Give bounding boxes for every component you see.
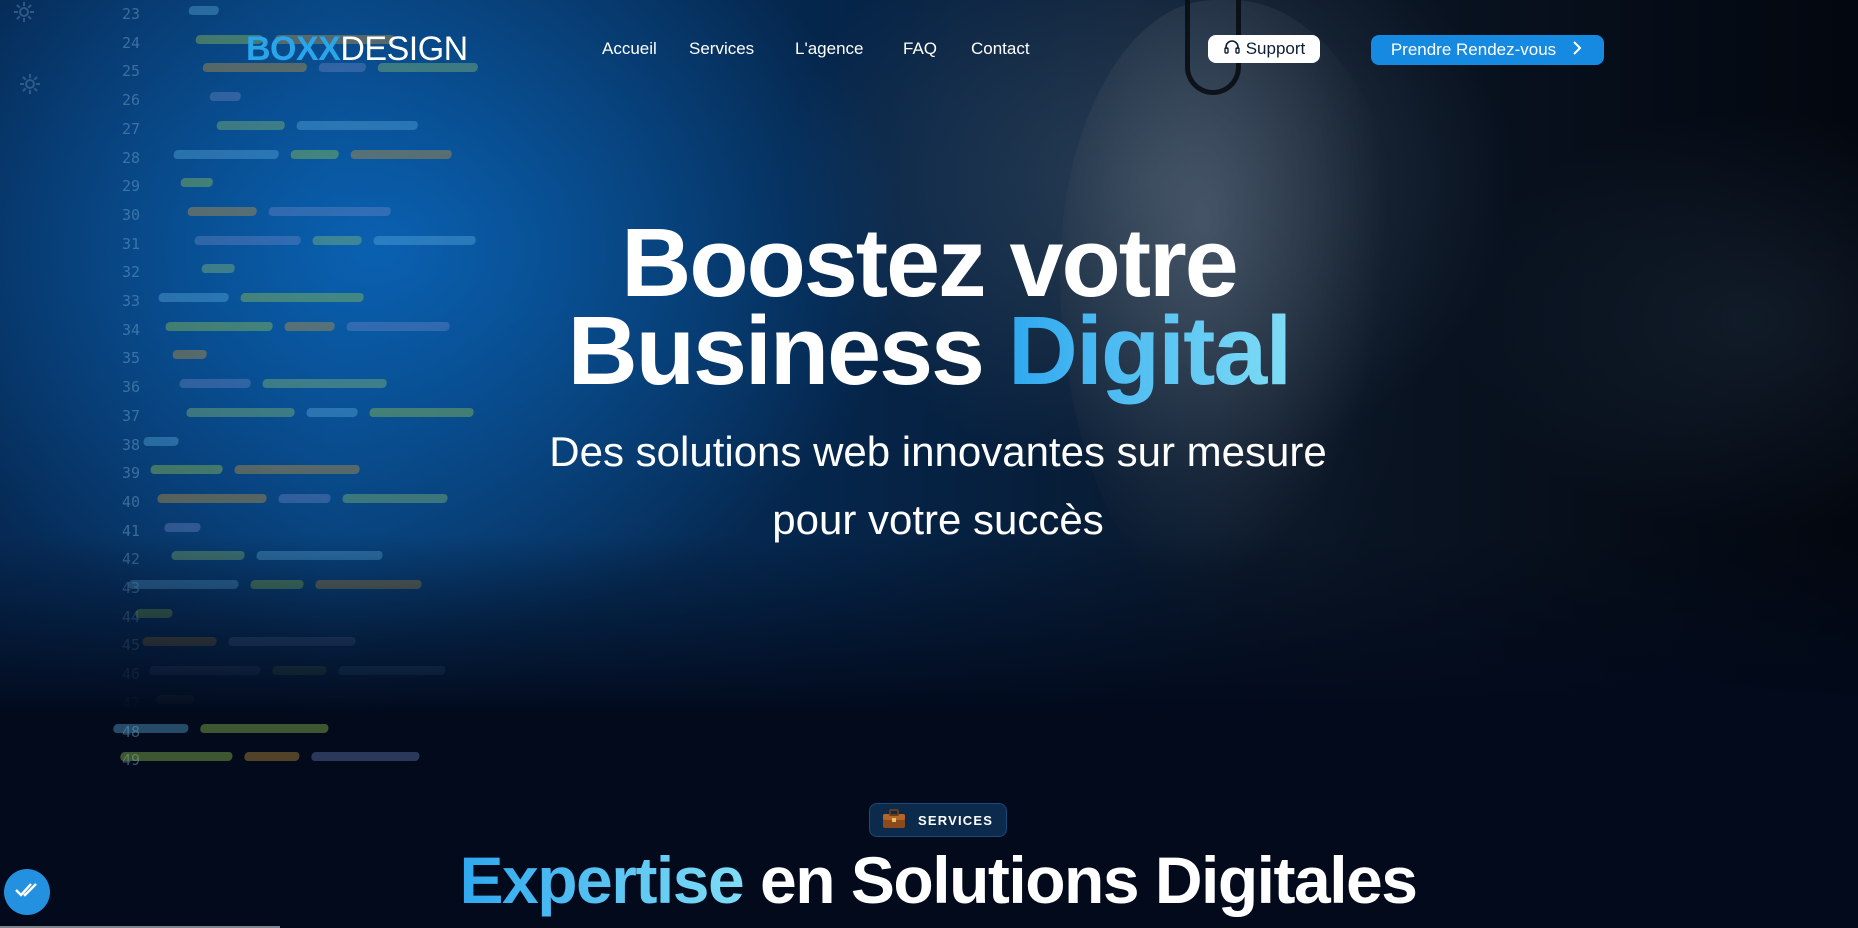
logo-prefix: BO (246, 30, 297, 68)
hero-title-highlight: Digital (1007, 296, 1292, 405)
code-line (228, 637, 356, 647)
double-check-button[interactable] (4, 869, 50, 915)
code-line (155, 694, 195, 704)
code-line (180, 178, 214, 188)
double-check-icon (14, 881, 40, 904)
brand-logo[interactable]: BOXXDESIGN (246, 30, 468, 69)
code-line-number: 45 (121, 636, 140, 655)
code-line (128, 580, 239, 589)
section-title-highlight: Expertise (459, 843, 745, 917)
code-line (186, 407, 296, 417)
hero-title-line1: Boostez votre (621, 208, 1238, 317)
code-line (135, 608, 173, 618)
code-line (209, 92, 242, 102)
logo-accent: XX (296, 30, 341, 68)
code-line-number: 46 (121, 665, 140, 684)
code-line (271, 666, 327, 676)
code-line (350, 149, 453, 159)
code-line (315, 580, 422, 589)
support-button[interactable]: Support (1208, 35, 1320, 63)
headset-icon (1223, 38, 1241, 61)
code-line (112, 723, 189, 733)
code-line-number: 47 (121, 693, 140, 712)
code-line (188, 6, 220, 15)
code-line (268, 206, 392, 216)
nav-item-faq[interactable]: FAQ (903, 39, 937, 59)
code-line (306, 407, 359, 417)
code-line (310, 752, 420, 762)
hero-subtitle-line2: pour votre succès (772, 496, 1104, 543)
support-label: Support (1245, 39, 1306, 58)
hero-title-line2: Business Digital (0, 302, 1858, 399)
code-line (290, 149, 340, 159)
code-line (119, 752, 233, 762)
section-title: Expertise en Solutions Digitales (0, 842, 1858, 918)
nav-item-services[interactable]: Services (689, 39, 754, 59)
code-line (296, 120, 419, 130)
page: 23 24 25 26 27 28 29 30 31 32 33 34 35 36 37 38 39 40 41 42… (0, 0, 1858, 928)
hero-subtitle-line1: Des solutions web innovantes sur mesure (549, 428, 1327, 475)
gear-icon[interactable] (18, 72, 42, 96)
code-line-number: 44 (121, 607, 140, 626)
cta-label: Prendre Rendez-vous (1390, 40, 1557, 59)
gear-icon[interactable] (12, 0, 36, 24)
nav-item-agence[interactable]: L'agence (795, 39, 863, 59)
nav-item-accueil[interactable]: Accueil (602, 39, 657, 59)
briefcase-icon (882, 808, 906, 832)
services-badge: SERVICES (869, 803, 1007, 837)
book-appointment-button[interactable]: Prendre Rendez-vous (1371, 35, 1604, 65)
code-line (199, 723, 329, 733)
logo-suffix: DESIGN (340, 30, 468, 68)
code-line-number: 43 (121, 579, 140, 598)
code-line (250, 580, 304, 589)
code-line (148, 666, 261, 676)
chevron-right-icon (1570, 40, 1584, 61)
badge-label: SERVICES (918, 812, 994, 828)
section-title-rest: en Solutions Digitales (760, 843, 1418, 917)
code-line (187, 206, 258, 216)
code-line (369, 407, 475, 417)
hero-title-plain: Business (567, 296, 985, 405)
code-line (173, 149, 280, 159)
code-line (142, 637, 217, 647)
code-line (243, 752, 300, 762)
code-line (216, 120, 286, 130)
nav-item-contact[interactable]: Contact (971, 39, 1030, 59)
code-line (337, 666, 446, 676)
